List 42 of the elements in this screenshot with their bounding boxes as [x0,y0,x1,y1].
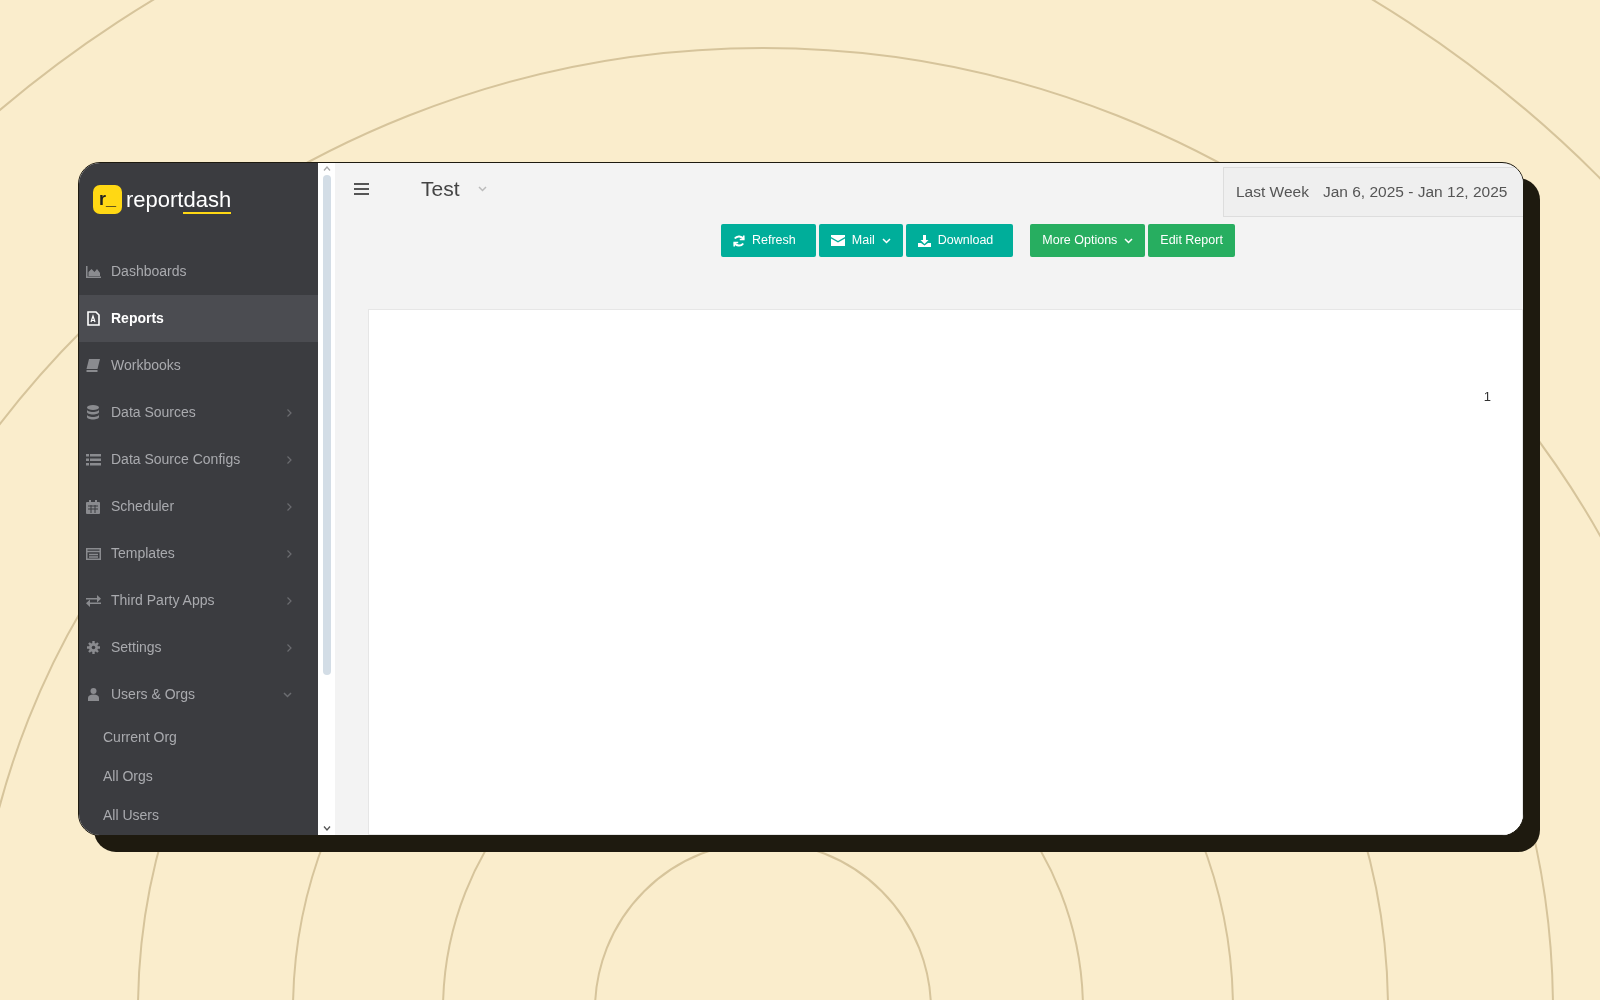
scroll-down-icon[interactable] [322,826,331,831]
calendar-icon [86,499,100,514]
sidebar-item[interactable]: Settings [79,624,318,671]
list-icon [85,453,101,466]
sidebar-item[interactable]: Data Source Configs [79,436,318,483]
menu-icon[interactable] [354,183,369,195]
submenu-item[interactable]: All Users [79,796,318,835]
sidebar-item[interactable]: Dashboards [79,248,318,295]
sidebar-item[interactable]: Templates [79,530,318,577]
toolbar-button[interactable]: Mail [818,224,903,257]
window-icon [85,547,101,560]
database-icon [87,405,99,420]
mail-icon [830,235,845,246]
area-chart-icon [85,265,101,278]
report-title-dropdown[interactable]: Test [421,173,487,205]
user-icon [87,688,99,701]
book-icon [86,359,100,372]
gear-icon [86,641,100,654]
scrollbar-thumb[interactable] [322,175,331,675]
submenu-item[interactable]: Current Org [79,718,318,757]
toolbar-button[interactable]: Edit Report [1148,224,1235,257]
sidebar-item[interactable]: Third Party Apps [79,577,318,624]
toolbar-button[interactable]: Download [905,224,1014,257]
toolbar-button[interactable]: More Options [1030,224,1146,257]
download-icon [917,234,931,247]
logo-text: reportdash [126,186,232,214]
toolbar-button[interactable]: Refresh [721,224,816,257]
submenu-item[interactable]: All Orgs [79,757,318,796]
chevron-down-icon [477,185,487,192]
logo-icon: r_ [93,185,122,214]
page-number: 1 [1483,388,1491,406]
date-range-text: Jan 6, 2025 - Jan 12, 2025 [1322,182,1508,203]
date-range-picker[interactable]: Last Week Jan 6, 2025 - Jan 12, 2025 [1223,167,1523,217]
sidebar-item[interactable]: Scheduler [79,483,318,530]
document-icon [86,311,100,326]
sidebar-item[interactable]: Workbooks [79,342,318,389]
date-preset: Last Week [1236,182,1309,203]
sidebar-item[interactable]: Reports [79,295,318,342]
exchange-icon [85,594,101,607]
refresh-icon [733,234,745,247]
sidebar-item[interactable]: Users & Orgs [79,671,318,718]
sidebar-item[interactable]: Data Sources [79,389,318,436]
